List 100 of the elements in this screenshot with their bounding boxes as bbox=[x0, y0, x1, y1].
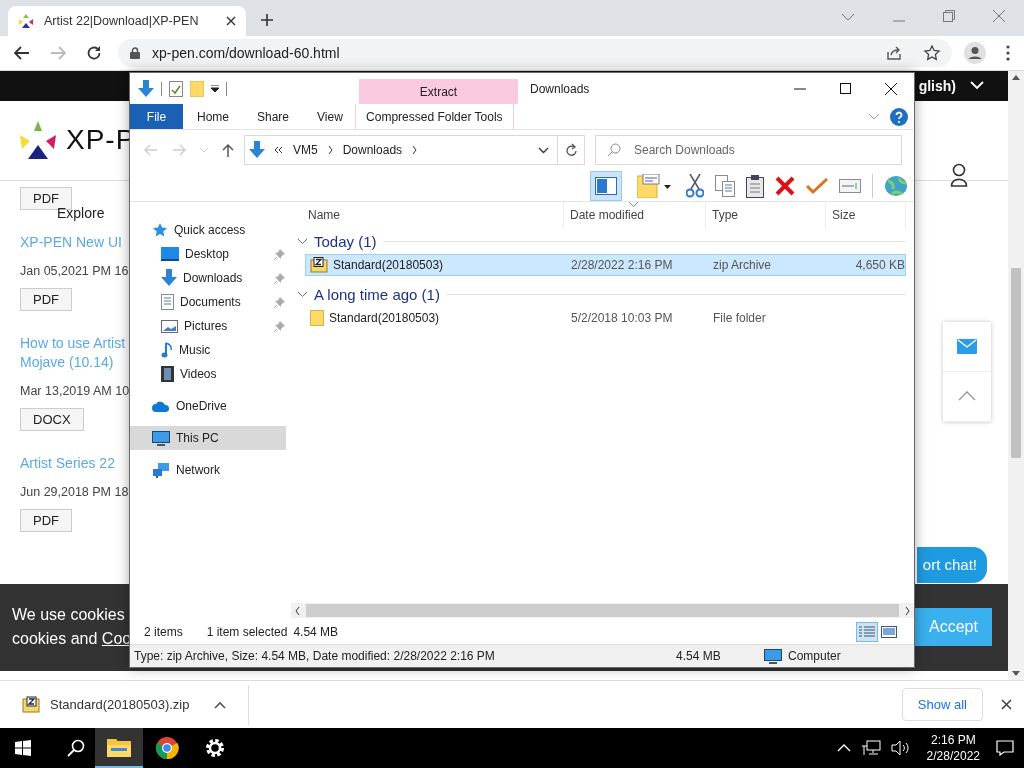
scroll-up-icon[interactable] bbox=[1012, 74, 1020, 80]
star-icon[interactable] bbox=[924, 44, 940, 61]
reload-icon[interactable] bbox=[86, 44, 102, 61]
nav-item[interactable]: This PC bbox=[130, 426, 286, 450]
maximize-icon[interactable] bbox=[840, 83, 851, 94]
scroll-left-icon[interactable] bbox=[295, 606, 300, 615]
close-icon[interactable] bbox=[226, 15, 236, 26]
file-type-button[interactable]: PDF bbox=[20, 287, 72, 311]
mail-icon[interactable] bbox=[957, 338, 977, 354]
download-icon[interactable] bbox=[138, 79, 154, 98]
scroll-down-icon[interactable] bbox=[1012, 671, 1020, 677]
file-name: Standard(20180503) bbox=[329, 311, 440, 325]
ribbon-tab[interactable]: Home bbox=[183, 104, 243, 129]
notification-icon[interactable] bbox=[996, 740, 1014, 756]
profile-icon[interactable] bbox=[964, 41, 986, 64]
globe-icon[interactable] bbox=[884, 174, 908, 197]
help-icon[interactable] bbox=[890, 107, 908, 126]
file-row[interactable]: Standard(20180503) 2/28/2022 2:16 PM zip Archive 4,650 KB bbox=[305, 254, 906, 276]
download-item[interactable]: Standard(20180503).zip bbox=[50, 697, 190, 713]
close-icon[interactable] bbox=[1001, 699, 1012, 711]
chevron-right-icon[interactable] bbox=[412, 146, 418, 154]
nav-item[interactable]: OneDrive bbox=[130, 394, 291, 418]
restore-icon[interactable] bbox=[943, 9, 955, 22]
scrollbar[interactable] bbox=[291, 603, 914, 618]
nav-item[interactable]: Videos bbox=[130, 362, 291, 386]
close-icon[interactable] bbox=[885, 82, 897, 95]
details-view-icon bbox=[859, 626, 875, 638]
search-icon[interactable] bbox=[67, 739, 85, 757]
context-tab-header: Extract bbox=[359, 79, 518, 104]
group-header[interactable]: A long time ago (1) bbox=[314, 285, 440, 303]
scroll-thumb[interactable] bbox=[1011, 267, 1021, 458]
address-field[interactable]: VM5 Downloads bbox=[244, 135, 558, 165]
browser-tab[interactable]: Artist 22|Download|XP-PEN bbox=[8, 5, 246, 36]
location-text: Computer bbox=[788, 649, 841, 663]
column-header[interactable]: Date modified bbox=[564, 202, 706, 228]
delete-icon[interactable] bbox=[775, 175, 795, 196]
file-row[interactable]: Standard(20180503) 5/2/2018 10:03 PM File folder bbox=[305, 307, 906, 329]
up-icon[interactable] bbox=[222, 143, 234, 157]
computer-icon bbox=[764, 648, 782, 664]
copy-icon[interactable] bbox=[715, 174, 735, 197]
file-type-button[interactable]: DOCX bbox=[20, 407, 84, 431]
chevron-right-icon[interactable] bbox=[327, 146, 333, 154]
nav-item[interactable]: Pictures bbox=[130, 314, 291, 338]
properties-icon[interactable] bbox=[169, 80, 183, 97]
scroll-thumb[interactable] bbox=[306, 604, 899, 617]
dropdown-icon[interactable] bbox=[211, 85, 219, 92]
new-tab-icon[interactable] bbox=[260, 12, 274, 27]
scrollbar[interactable] bbox=[1008, 70, 1024, 681]
checkmark-icon[interactable] bbox=[806, 176, 828, 195]
table-cell-text: File folder bbox=[712, 311, 767, 325]
file-tab[interactable]: File bbox=[130, 104, 183, 129]
nav-item[interactable]: Quick access bbox=[130, 218, 291, 242]
windows-icon[interactable] bbox=[15, 740, 31, 756]
music-note-icon bbox=[161, 342, 173, 358]
table-cell-text: 2/28/2022 2:16 PM bbox=[570, 258, 674, 272]
search-field[interactable]: Search Downloads bbox=[595, 135, 902, 165]
ribbon-tab[interactable]: Share bbox=[243, 104, 304, 129]
column-header[interactable]: Size bbox=[826, 202, 906, 228]
nav-item[interactable]: Network bbox=[130, 458, 291, 482]
nav-item[interactable]: Music bbox=[130, 338, 291, 362]
scroll-right-icon[interactable] bbox=[905, 606, 910, 615]
refresh-button[interactable] bbox=[557, 135, 585, 165]
nav-item[interactable]: Desktop bbox=[130, 242, 291, 266]
nav-item[interactable]: Documents bbox=[130, 290, 291, 314]
network-icon[interactable] bbox=[860, 740, 881, 756]
user-icon[interactable] bbox=[950, 162, 968, 187]
window-title: Downloads bbox=[529, 80, 590, 98]
menu-icon[interactable] bbox=[1006, 44, 1010, 61]
browser-icon bbox=[155, 736, 179, 760]
rename-icon[interactable] bbox=[839, 178, 861, 193]
back-icon[interactable] bbox=[14, 45, 30, 60]
minimize-icon[interactable] bbox=[794, 87, 806, 90]
preview-pane-button[interactable] bbox=[590, 170, 622, 201]
address-bar[interactable]: xp-pen.com/download-60.html bbox=[118, 38, 952, 67]
ribbon-tab[interactable]: View bbox=[303, 104, 357, 129]
group-header[interactable]: Today (1) bbox=[314, 232, 377, 250]
folder-icon bbox=[310, 310, 324, 326]
cloud-icon bbox=[152, 400, 170, 412]
taskbar-app[interactable] bbox=[95, 728, 143, 768]
breadcrumb[interactable]: Downloads bbox=[340, 143, 405, 157]
document-icon bbox=[161, 294, 174, 310]
clock-time[interactable]: 2:16 PM bbox=[930, 732, 976, 748]
column-header[interactable]: Type bbox=[706, 202, 826, 228]
show-all-button[interactable]: Show all bbox=[901, 688, 983, 722]
file-type-button[interactable]: PDF bbox=[20, 508, 72, 532]
share-icon[interactable] bbox=[886, 44, 902, 61]
status-text: 1 item selected bbox=[206, 625, 288, 639]
volume-icon[interactable] bbox=[890, 740, 911, 756]
chevron-up-icon[interactable] bbox=[213, 700, 226, 709]
column-header[interactable]: Name bbox=[291, 202, 564, 228]
details-size: 4.54 MB bbox=[676, 649, 722, 663]
breadcrumb[interactable]: VM5 bbox=[291, 143, 320, 157]
clock-date[interactable]: 2/28/2022 bbox=[926, 748, 980, 764]
language-menu[interactable]: glish) bbox=[918, 77, 956, 94]
nav-item[interactable]: Downloads bbox=[130, 266, 291, 290]
cookie-text: cookies and bbox=[12, 630, 98, 648]
overflow-icon[interactable] bbox=[273, 146, 283, 154]
chevron-down-icon[interactable] bbox=[538, 146, 549, 154]
scissors-icon[interactable] bbox=[686, 173, 704, 198]
clipboard-icon[interactable] bbox=[746, 173, 764, 198]
